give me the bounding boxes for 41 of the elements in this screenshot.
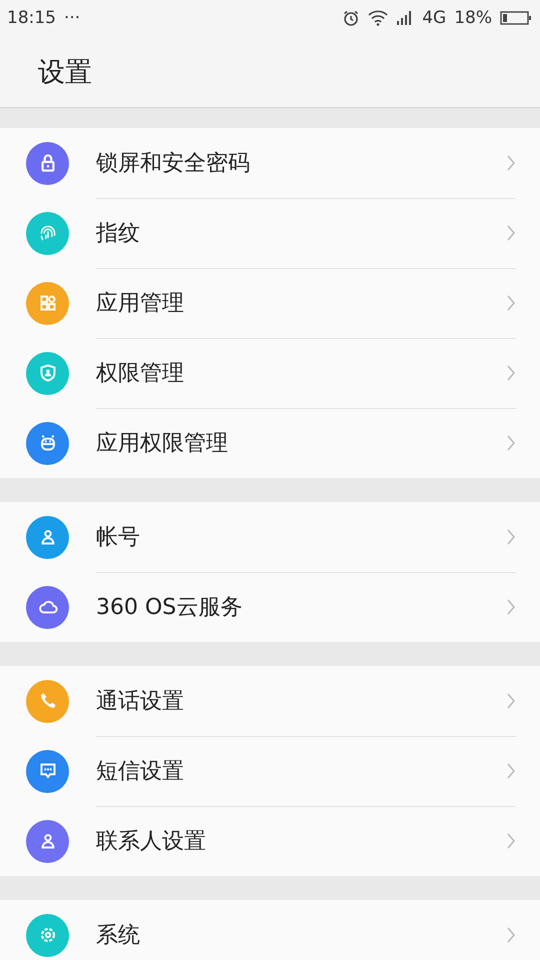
chevron-icon bbox=[506, 154, 516, 172]
network-type: 4G bbox=[422, 8, 446, 28]
battery-percent: 18% bbox=[454, 8, 492, 28]
settings-item[interactable]: 系统 bbox=[0, 900, 540, 960]
settings-item[interactable]: 权限管理 bbox=[0, 338, 540, 408]
alarm-icon bbox=[342, 9, 360, 27]
chevron-icon bbox=[506, 364, 516, 382]
item-label: 权限管理 bbox=[96, 360, 185, 388]
settings-item[interactable]: 短信设置 bbox=[0, 736, 540, 806]
item-label: 指纹 bbox=[96, 220, 141, 248]
battery-icon bbox=[500, 11, 532, 25]
settings-item[interactable]: 通话设置 bbox=[0, 666, 540, 736]
chevron-icon bbox=[506, 528, 516, 546]
settings-item[interactable]: 应用权限管理 bbox=[0, 408, 540, 478]
chevron-icon bbox=[506, 598, 516, 616]
item-label: 帐号 bbox=[96, 524, 141, 552]
settings-item[interactable]: 指纹 bbox=[0, 198, 540, 268]
chevron-icon bbox=[506, 762, 516, 780]
settings-item[interactable]: 锁屏和安全密码 bbox=[0, 128, 540, 198]
item-label: 联系人设置 bbox=[96, 828, 207, 856]
chevron-icon bbox=[506, 294, 516, 312]
chevron-icon bbox=[506, 224, 516, 242]
chevron-icon bbox=[506, 926, 516, 944]
chevron-icon bbox=[506, 692, 516, 710]
settings-item[interactable]: 联系人设置 bbox=[0, 806, 540, 876]
item-label: 系统 bbox=[96, 922, 141, 950]
chevron-icon bbox=[506, 434, 516, 452]
more-notifications: ··· bbox=[64, 8, 80, 28]
chevron-icon bbox=[506, 832, 516, 850]
clock-time: 18:15 bbox=[7, 8, 56, 28]
item-label: 应用权限管理 bbox=[96, 430, 229, 458]
wifi-icon bbox=[368, 10, 388, 26]
item-label: 短信设置 bbox=[96, 758, 185, 786]
page-title: 设置 bbox=[38, 56, 92, 90]
item-label: 通话设置 bbox=[96, 688, 185, 716]
item-label: 锁屏和安全密码 bbox=[96, 150, 251, 178]
settings-item[interactable]: 帐号 bbox=[0, 502, 540, 572]
settings-item[interactable]: 应用管理 bbox=[0, 268, 540, 338]
item-label: 360 OS云服务 bbox=[96, 594, 244, 622]
item-label: 应用管理 bbox=[96, 290, 185, 318]
settings-item[interactable]: 360 OS云服务 bbox=[0, 572, 540, 642]
